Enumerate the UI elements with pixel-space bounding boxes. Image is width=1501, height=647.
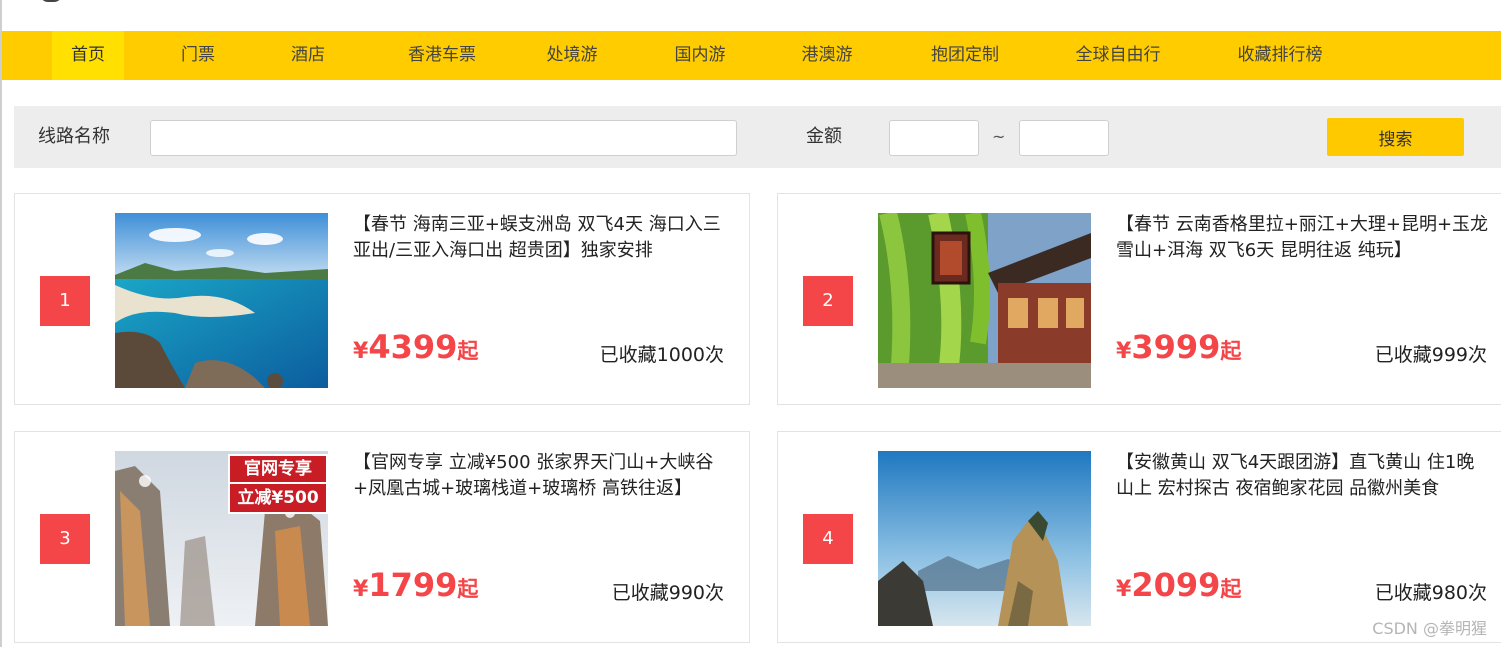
nav-item-hotels[interactable]: 酒店: [272, 31, 344, 80]
route-title[interactable]: 【官网专享 立减¥500 张家界天门山+大峡谷+凤凰古城+玻璃栈道+玻璃桥 高铁…: [353, 450, 729, 502]
nav-item-global-free[interactable]: 全球自由行: [1060, 31, 1176, 80]
search-bar: 线路名称 金额 ~ 搜索: [14, 106, 1501, 168]
route-card[interactable]: 2 【春节 云南香格里拉+丽江+大理+昆明+玉龙雪山+洱海 双飞6天 昆明往返 …: [777, 193, 1501, 405]
nav-item-home[interactable]: 首页: [52, 31, 124, 80]
route-price: ¥1799起: [353, 566, 479, 604]
route-title[interactable]: 【春节 海南三亚+蜈支洲岛 双飞4天 海口入三亚出/三亚入海口出 超贵团】独家安…: [353, 212, 729, 264]
nav-item-hk-tickets[interactable]: 香港车票: [392, 31, 492, 80]
favorite-count: 已收藏1000次: [599, 344, 724, 366]
nav-item-custom[interactable]: 抱团定制: [915, 31, 1015, 80]
route-price: ¥2099起: [1116, 566, 1242, 604]
huangshan-peaks-photo[interactable]: [878, 451, 1091, 626]
lijiang-old-town-photo[interactable]: [878, 213, 1091, 388]
sanya-beach-photo[interactable]: [115, 213, 328, 388]
route-price: ¥4399起: [353, 328, 479, 366]
favorite-count: 已收藏999次: [1374, 344, 1487, 366]
nav-item-favorites-rank[interactable]: 收藏排行榜: [1222, 31, 1338, 80]
route-name-label: 线路名称: [38, 126, 110, 147]
route-name-input[interactable]: [150, 120, 737, 156]
price-range-separator: ~: [992, 127, 1006, 146]
route-card[interactable]: 1 【春节 海南三亚+蜈支洲岛 双飞4天 海口入三亚出/三亚入海口出 超贵团】独…: [14, 193, 750, 405]
route-card[interactable]: 4 【安徽黄山 双飞4天跟团游】直飞黄山 住1晚山上 宏村探古 夜宿鲍家花园 品…: [777, 431, 1501, 643]
window-edge: [0, 0, 2, 647]
rank-badge: 3: [40, 514, 90, 564]
search-button[interactable]: 搜索: [1327, 118, 1464, 156]
logo-fragment: [40, 0, 62, 2]
promo-badge: 官网专享 立减¥500: [228, 454, 328, 514]
route-card[interactable]: 3 官网专享 立减¥500 【官网专享 立减¥500 张家界天门山+大峡谷+凤凰…: [14, 431, 750, 643]
nav-item-outbound[interactable]: 处境游: [532, 31, 612, 80]
route-title[interactable]: 【春节 云南香格里拉+丽江+大理+昆明+玉龙雪山+洱海 双飞6天 昆明往返 纯玩…: [1116, 212, 1492, 264]
favorite-count: 已收藏990次: [611, 582, 724, 604]
rank-badge: 4: [803, 514, 853, 564]
watermark: CSDN @拳明猩: [1372, 619, 1487, 638]
nav-item-hk-macau[interactable]: 港澳游: [787, 31, 867, 80]
main-nav: 首页 门票 酒店 香港车票 处境游 国内游 港澳游 抱团定制 全球自由行 收藏排…: [2, 31, 1501, 80]
route-title[interactable]: 【安徽黄山 双飞4天跟团游】直飞黄山 住1晚山上 宏村探古 夜宿鲍家花园 品徽州…: [1116, 450, 1492, 502]
nav-item-tickets[interactable]: 门票: [162, 31, 234, 80]
nav-item-domestic[interactable]: 国内游: [660, 31, 740, 80]
price-min-input[interactable]: [889, 120, 979, 156]
rank-badge: 2: [803, 276, 853, 326]
price-label: 金额: [806, 126, 842, 147]
route-price: ¥3999起: [1116, 328, 1242, 366]
rank-badge: 1: [40, 276, 90, 326]
favorite-count: 已收藏980次: [1374, 582, 1487, 604]
price-max-input[interactable]: [1019, 120, 1109, 156]
